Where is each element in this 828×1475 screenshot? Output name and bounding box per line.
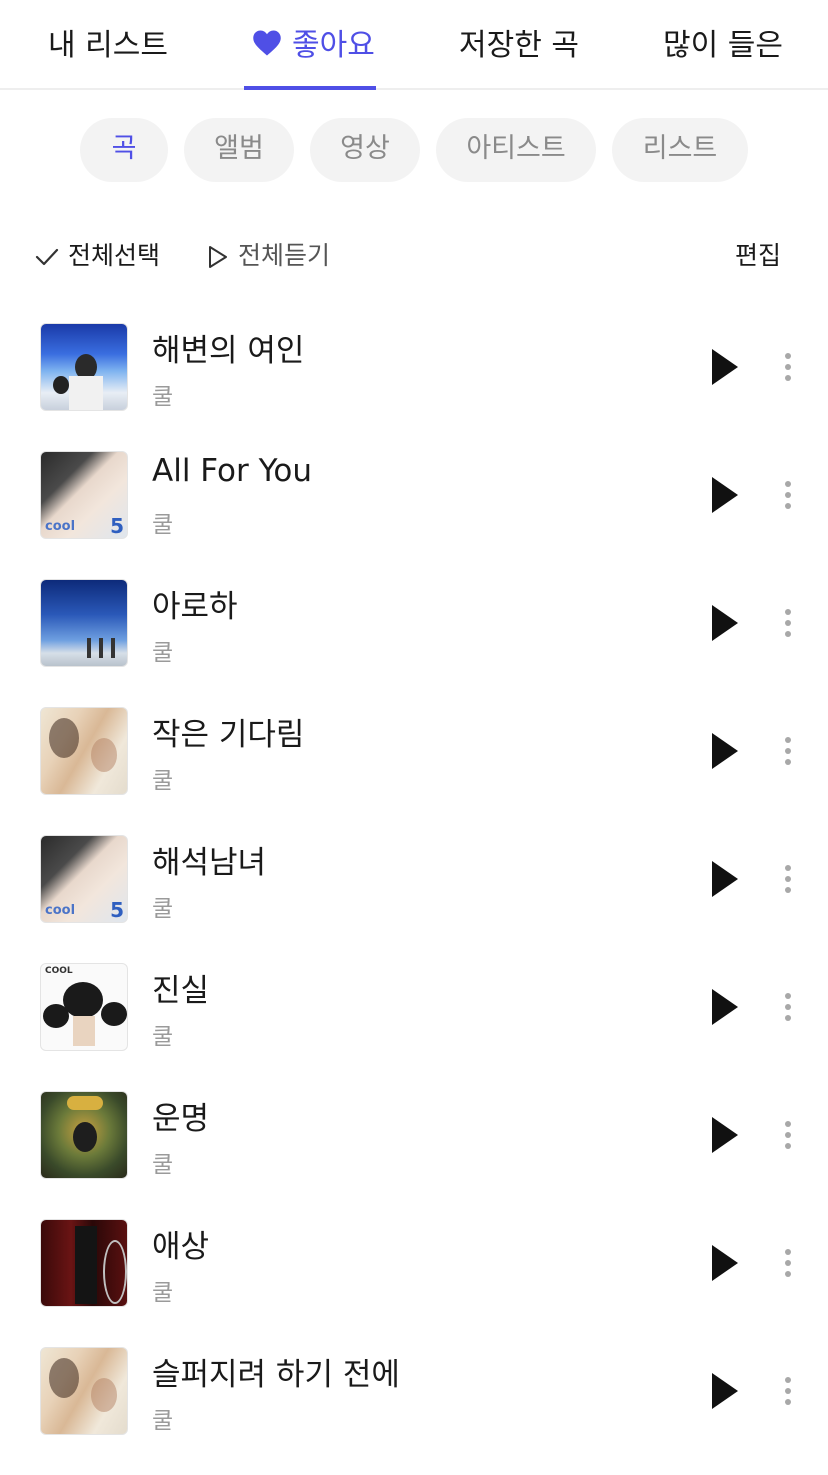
song-title: 해석남녀 [152,845,267,881]
song-title: 아로하 [152,589,238,625]
tab-most-played[interactable]: 많이 들은 [663,26,783,66]
song-title: 슬퍼지려 하기 전에 [152,1357,400,1393]
more-options-icon[interactable] [776,987,800,1027]
play-icon[interactable] [708,347,742,387]
chip-lists[interactable]: 리스트 [612,118,748,182]
album-art [40,1091,128,1179]
checkmark-icon [35,248,59,266]
song-artist: 쿨 [152,1152,174,1178]
song-title: 운명 [152,1101,210,1137]
tab-saved-songs[interactable]: 저장한 곡 [459,26,579,66]
top-tab-bar: 내 리스트 좋아요 저장한 곡 많이 들은 [0,0,828,90]
play-icon[interactable] [708,731,742,771]
play-icon[interactable] [708,1243,742,1283]
album-art: COOL [40,963,128,1051]
song-artist: 쿨 [152,1280,174,1306]
more-options-icon[interactable] [776,603,800,643]
song-row[interactable]: 애상 쿨 [0,1219,828,1347]
play-icon[interactable] [708,1115,742,1155]
album-art [40,707,128,795]
more-options-icon[interactable] [776,731,800,771]
song-row[interactable]: cool 5 All For You 쿨 [0,451,828,579]
chip-artists[interactable]: 아티스트 [436,118,596,182]
select-all-label: 전체선택 [68,241,161,270]
album-art: cool 5 [40,451,128,539]
play-icon[interactable] [708,859,742,899]
tab-likes-label: 좋아요 [292,28,375,63]
play-outline-icon [209,246,227,268]
more-options-icon[interactable] [776,859,800,899]
edit-button[interactable]: 편집 [735,236,781,276]
tab-likes[interactable]: 좋아요 [252,26,375,66]
more-options-icon[interactable] [776,347,800,387]
song-row[interactable]: COOL 진실 쿨 [0,963,828,1091]
song-artist: 쿨 [152,896,174,922]
song-row[interactable]: 슬퍼지려 하기 전에 쿨 [0,1347,828,1475]
play-all-button[interactable]: 전체듣기 [206,236,330,276]
play-icon[interactable] [708,475,742,515]
play-all-label: 전체듣기 [238,241,331,270]
more-options-icon[interactable] [776,1371,800,1411]
album-art [40,1347,128,1435]
song-row[interactable]: 운명 쿨 [0,1091,828,1219]
song-artist: 쿨 [152,512,174,538]
song-title: 작은 기다림 [152,717,305,753]
song-title: 해변의 여인 [152,333,305,369]
song-title: All For You [152,453,313,489]
play-icon[interactable] [708,987,742,1027]
album-art: cool 5 [40,835,128,923]
play-icon[interactable] [708,603,742,643]
heart-icon [253,30,281,56]
song-artist: 쿨 [152,640,174,666]
album-art [40,323,128,411]
select-all-button[interactable]: 전체선택 [34,236,160,276]
song-title: 애상 [152,1229,210,1265]
active-tab-indicator [244,86,376,90]
song-artist: 쿨 [152,1408,174,1434]
more-options-icon[interactable] [776,1243,800,1283]
song-row[interactable]: 해변의 여인 쿨 [0,323,828,451]
chip-albums[interactable]: 앨범 [184,118,294,182]
song-row[interactable]: cool 5 해석남녀 쿨 [0,835,828,963]
song-artist: 쿨 [152,768,174,794]
tab-my-list[interactable]: 내 리스트 [48,26,168,66]
song-row[interactable]: 작은 기다림 쿨 [0,707,828,835]
chip-videos[interactable]: 영상 [310,118,420,182]
song-artist: 쿨 [152,384,174,410]
album-art [40,579,128,667]
more-options-icon[interactable] [776,475,800,515]
chip-songs[interactable]: 곡 [80,118,168,182]
album-art [40,1219,128,1307]
more-options-icon[interactable] [776,1115,800,1155]
song-artist: 쿨 [152,1024,174,1050]
song-row[interactable]: 아로하 쿨 [0,579,828,707]
song-title: 진실 [152,973,210,1009]
play-icon[interactable] [708,1371,742,1411]
